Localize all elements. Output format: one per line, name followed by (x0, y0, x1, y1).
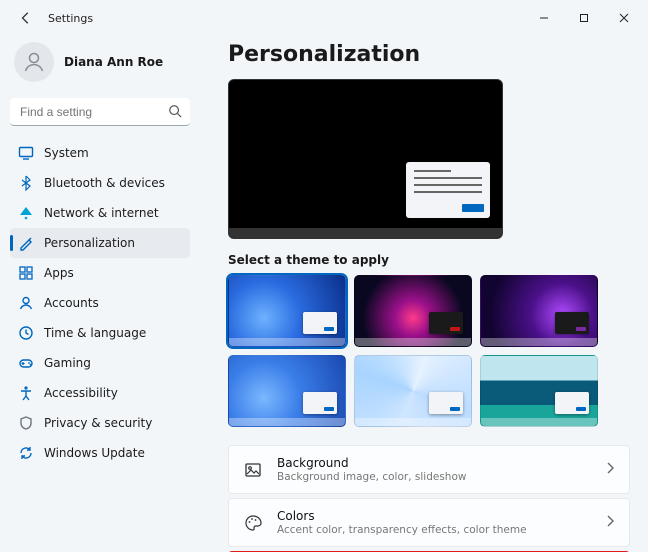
time-icon (18, 325, 34, 341)
content: Personalization Select a theme to apply … (200, 36, 648, 552)
sidebar-item-system[interactable]: System (10, 138, 190, 168)
sidebar-item-privacy-security[interactable]: Privacy & security (10, 408, 190, 438)
bluetooth-icon (18, 175, 34, 191)
sidebar-item-label: Privacy & security (44, 416, 152, 430)
chevron-right-icon (605, 462, 615, 477)
sidebar-item-label: Gaming (44, 356, 91, 370)
sidebar-item-label: Time & language (44, 326, 146, 340)
preview-window (406, 162, 490, 218)
sidebar-item-network-internet[interactable]: Network & internet (10, 198, 190, 228)
theme-option-2[interactable] (480, 275, 598, 347)
sidebar-item-apps[interactable]: Apps (10, 258, 190, 288)
profile[interactable]: Diana Ann Roe (10, 36, 190, 98)
app-title: Settings (48, 12, 93, 25)
theme-option-0[interactable] (228, 275, 346, 347)
theme-option-1[interactable] (354, 275, 472, 347)
sidebar-item-label: Apps (44, 266, 74, 280)
sidebar-item-label: Network & internet (44, 206, 159, 220)
update-icon (18, 445, 34, 461)
personalization-icon (18, 235, 34, 251)
profile-name: Diana Ann Roe (64, 55, 163, 69)
sidebar-item-label: Accounts (44, 296, 99, 310)
back-button[interactable] (10, 2, 42, 34)
sidebar-item-label: Bluetooth & devices (44, 176, 165, 190)
accounts-icon (18, 295, 34, 311)
accessibility-icon (18, 385, 34, 401)
setting-text: ColorsAccent color, transparency effects… (277, 509, 591, 536)
theme-grid (228, 275, 630, 427)
theme-mini-preview (555, 312, 589, 334)
setting-row-colors[interactable]: ColorsAccent color, transparency effects… (228, 498, 630, 547)
setting-subtitle: Background image, color, slideshow (277, 471, 591, 483)
sidebar-item-accounts[interactable]: Accounts (10, 288, 190, 318)
theme-mini-preview (555, 392, 589, 414)
avatar (14, 42, 54, 82)
sidebar-item-bluetooth-devices[interactable]: Bluetooth & devices (10, 168, 190, 198)
search-icon (168, 104, 182, 121)
sidebar: Diana Ann Roe System Bluetooth & devices N… (0, 36, 200, 552)
privacy-icon (18, 415, 34, 431)
themes-label: Select a theme to apply (228, 253, 630, 267)
setting-title: Colors (277, 509, 591, 523)
theme-mini-preview (303, 312, 337, 334)
theme-mini-preview (429, 312, 463, 334)
sidebar-item-time-language[interactable]: Time & language (10, 318, 190, 348)
maximize-button[interactable] (564, 4, 604, 32)
sidebar-item-label: Personalization (44, 236, 135, 250)
theme-mini-preview (303, 392, 337, 414)
sidebar-item-label: System (44, 146, 89, 160)
minimize-button[interactable] (524, 4, 564, 32)
gaming-icon (18, 355, 34, 371)
setting-row-background[interactable]: BackgroundBackground image, color, slide… (228, 445, 630, 494)
setting-text: BackgroundBackground image, color, slide… (277, 456, 591, 483)
nav: System Bluetooth & devices Network & inter… (10, 138, 190, 468)
sidebar-item-personalization[interactable]: Personalization (10, 228, 190, 258)
chevron-right-icon (605, 515, 615, 530)
close-button[interactable] (604, 4, 644, 32)
theme-option-5[interactable] (480, 355, 598, 427)
search-input[interactable] (10, 98, 190, 126)
settings-list: BackgroundBackground image, color, slide… (228, 445, 630, 552)
titlebar: Settings (0, 0, 648, 36)
theme-mini-preview (429, 392, 463, 414)
page-title: Personalization (228, 42, 630, 67)
image-icon (243, 460, 263, 480)
network-icon (18, 205, 34, 221)
window-controls (524, 4, 644, 32)
setting-subtitle: Accent color, transparency effects, colo… (277, 524, 591, 536)
apps-icon (18, 265, 34, 281)
sidebar-item-label: Accessibility (44, 386, 118, 400)
sidebar-item-accessibility[interactable]: Accessibility (10, 378, 190, 408)
palette-icon (243, 513, 263, 533)
setting-title: Background (277, 456, 591, 470)
theme-option-4[interactable] (354, 355, 472, 427)
desktop-preview (228, 79, 503, 239)
sidebar-item-windows-update[interactable]: Windows Update (10, 438, 190, 468)
theme-option-3[interactable] (228, 355, 346, 427)
sidebar-item-label: Windows Update (44, 446, 145, 460)
search-box (10, 98, 190, 126)
system-icon (18, 145, 34, 161)
sidebar-item-gaming[interactable]: Gaming (10, 348, 190, 378)
